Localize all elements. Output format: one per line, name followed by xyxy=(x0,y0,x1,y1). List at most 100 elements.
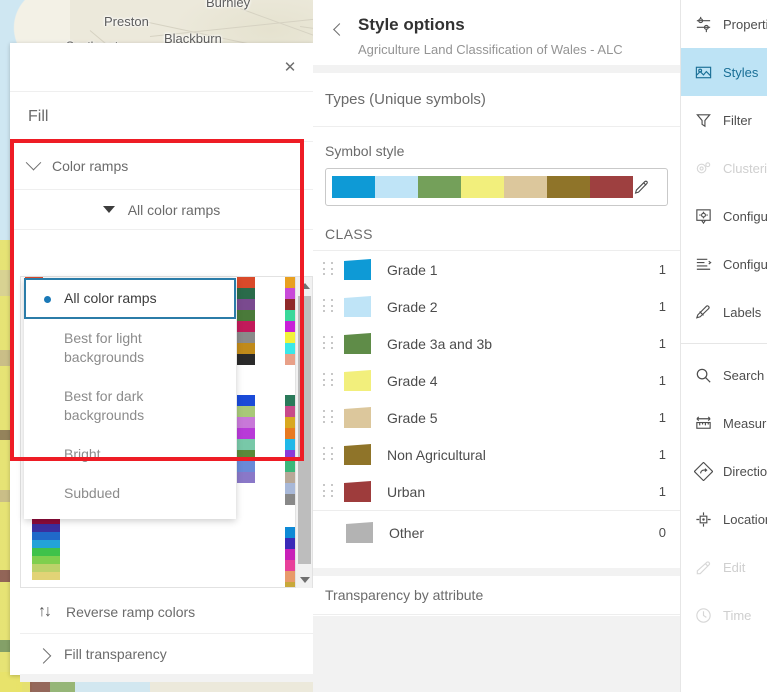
reverse-ramp-colors-button[interactable]: ↑↓ Reverse ramp colors xyxy=(20,590,313,634)
color-ramps-label: Color ramps xyxy=(52,157,129,174)
color-ramp-swatch xyxy=(237,321,255,332)
fill-panel: ✕ Fill Color ramps All color ramps All c… xyxy=(10,43,313,682)
drag-handle-icon[interactable] xyxy=(323,336,336,351)
color-ramp-scrollbar[interactable] xyxy=(295,277,312,588)
selected-dot-icon xyxy=(44,295,51,303)
toolbar-item-search[interactable]: Search xyxy=(681,351,767,399)
toolbar-item-label: Search xyxy=(723,367,765,383)
measure-icon xyxy=(694,414,713,433)
class-count-label: 1 xyxy=(658,336,666,351)
toolbar-item-measurement[interactable]: Measurement xyxy=(681,399,767,447)
dropdown-item-all-color-ramps[interactable]: All color ramps xyxy=(24,278,236,319)
dropdown-item-best-for-dark-backgrounds[interactable]: Best for dark backgrounds xyxy=(24,377,236,435)
layer-subtitle: Agriculture Land Classification of Wales… xyxy=(358,42,623,57)
close-icon[interactable]: ✕ xyxy=(283,60,297,75)
dropdown-item-subdued[interactable]: Subdued xyxy=(24,474,236,513)
toolbar-item-label: Configure pop-up xyxy=(723,208,767,224)
fill-transparency-toggle[interactable]: Fill transparency xyxy=(20,634,313,682)
class-row[interactable]: Grade 3a and 3b 1 xyxy=(313,325,680,362)
drag-handle-icon[interactable] xyxy=(323,262,336,277)
color-ramp-option[interactable] xyxy=(237,395,255,483)
color-ramp-category-dropdown[interactable]: All color ramps Best for light background… xyxy=(24,278,236,519)
color-ramps-section-toggle[interactable]: Color ramps xyxy=(10,142,313,190)
toolbar-item-properties[interactable]: Properties xyxy=(681,0,767,48)
toolbar-divider xyxy=(681,343,767,344)
class-count-label: 1 xyxy=(658,262,666,277)
class-color-swatch[interactable] xyxy=(344,481,371,502)
toolbar-item-label: Time xyxy=(723,607,752,623)
fill-label: Fill xyxy=(28,107,49,125)
class-color-swatch[interactable] xyxy=(344,259,371,280)
toolbar-item-directions[interactable]: Directions xyxy=(681,447,767,495)
symbol-style-ramp-button[interactable] xyxy=(325,168,668,206)
class-color-swatch[interactable] xyxy=(344,370,371,391)
class-row[interactable]: Grade 1 1 xyxy=(313,251,680,288)
dropdown-item-label: Best for light backgrounds xyxy=(64,330,145,365)
chevron-right-icon xyxy=(35,647,52,664)
color-ramp-swatch xyxy=(237,354,255,365)
class-row[interactable]: Grade 4 1 xyxy=(313,362,680,399)
panel-filler xyxy=(313,616,680,692)
class-color-swatch[interactable] xyxy=(346,522,373,543)
toolbar-item-configure-pop-up[interactable]: Configure pop-up xyxy=(681,192,767,240)
toolbar-item-styles[interactable]: Styles xyxy=(681,48,767,96)
scroll-down-arrow-icon[interactable] xyxy=(296,571,313,588)
symbol-ramp-swatch-6 xyxy=(590,176,633,198)
color-ramp-swatch xyxy=(237,461,255,472)
class-color-swatch[interactable] xyxy=(344,333,371,354)
dropdown-item-label: Bright xyxy=(64,446,101,462)
class-row-other[interactable]: Other 0 xyxy=(313,510,680,554)
transparency-by-attribute-row[interactable]: Transparency by attribute xyxy=(313,568,680,615)
class-name-label: Grade 5 xyxy=(387,409,438,426)
toolbar-item-label: Labels xyxy=(723,304,762,320)
symbol-ramp-swatch-1 xyxy=(375,176,418,198)
toolbar-item-filter[interactable]: Filter xyxy=(681,96,767,144)
toolbar-item-label: Measurement xyxy=(723,415,767,431)
dropdown-item-bright[interactable]: Bright xyxy=(24,435,236,474)
color-ramp-swatch xyxy=(237,395,255,406)
style-type-row[interactable]: Types (Unique symbols) xyxy=(313,73,680,127)
drag-handle-icon[interactable] xyxy=(323,447,336,462)
drag-handle-icon[interactable] xyxy=(323,410,336,425)
class-color-swatch[interactable] xyxy=(344,296,371,317)
drag-handle-icon[interactable] xyxy=(323,299,336,314)
toolbar-item-location[interactable]: Location xyxy=(681,495,767,543)
class-row[interactable]: Grade 2 1 xyxy=(313,288,680,325)
selected-color-ramp-preview[interactable] xyxy=(32,516,60,580)
class-color-swatch[interactable] xyxy=(344,407,371,428)
drag-handle-icon[interactable] xyxy=(323,484,336,499)
dropdown-item-label: Subdued xyxy=(64,485,121,501)
back-chevron-icon[interactable] xyxy=(333,23,346,36)
toolbar-item-edit: Edit xyxy=(681,543,767,591)
toolbar-item-configure-fields[interactable]: Configure fields xyxy=(681,240,767,288)
class-name-label: Other xyxy=(389,524,425,541)
directions-icon xyxy=(694,461,713,481)
color-ramp-option[interactable] xyxy=(237,277,255,365)
class-row[interactable]: Urban 1 xyxy=(313,473,680,510)
symbol-ramp-swatch-5 xyxy=(547,176,590,198)
toolbar-item-label: Filter xyxy=(723,112,752,128)
drag-handle-icon[interactable] xyxy=(323,373,336,388)
style-options-panel: Style options Agriculture Land Classific… xyxy=(313,0,680,692)
toolbar-item-clustering: Clustering xyxy=(681,144,767,192)
color-ramp-swatch xyxy=(237,472,255,483)
pencil-icon[interactable] xyxy=(633,179,661,196)
symbol-ramp-swatch-4 xyxy=(504,176,547,198)
all-color-ramps-dropdown-toggle[interactable]: All color ramps xyxy=(10,190,313,230)
color-ramp-swatch xyxy=(237,343,255,354)
toolbar-item-labels[interactable]: Labels xyxy=(681,288,767,336)
toolbar-item-label: Properties xyxy=(723,16,767,32)
class-color-swatch[interactable] xyxy=(344,444,371,465)
dropdown-item-best-for-light-backgrounds[interactable]: Best for light backgrounds xyxy=(24,319,236,377)
class-row[interactable]: Non Agricultural 1 xyxy=(313,436,680,473)
scroll-up-arrow-icon[interactable] xyxy=(296,277,313,294)
search-icon xyxy=(694,366,713,385)
symbol-ramp-swatch-0 xyxy=(332,176,375,198)
class-row[interactable]: Grade 5 1 xyxy=(313,399,680,436)
toolbar-item-label: Configure fields xyxy=(723,256,767,272)
triangle-down-icon xyxy=(102,206,115,213)
edit-icon xyxy=(694,558,713,577)
page-title: Style options xyxy=(358,15,465,34)
class-name-label: Grade 4 xyxy=(387,372,438,389)
scrollbar-thumb[interactable] xyxy=(298,296,311,564)
